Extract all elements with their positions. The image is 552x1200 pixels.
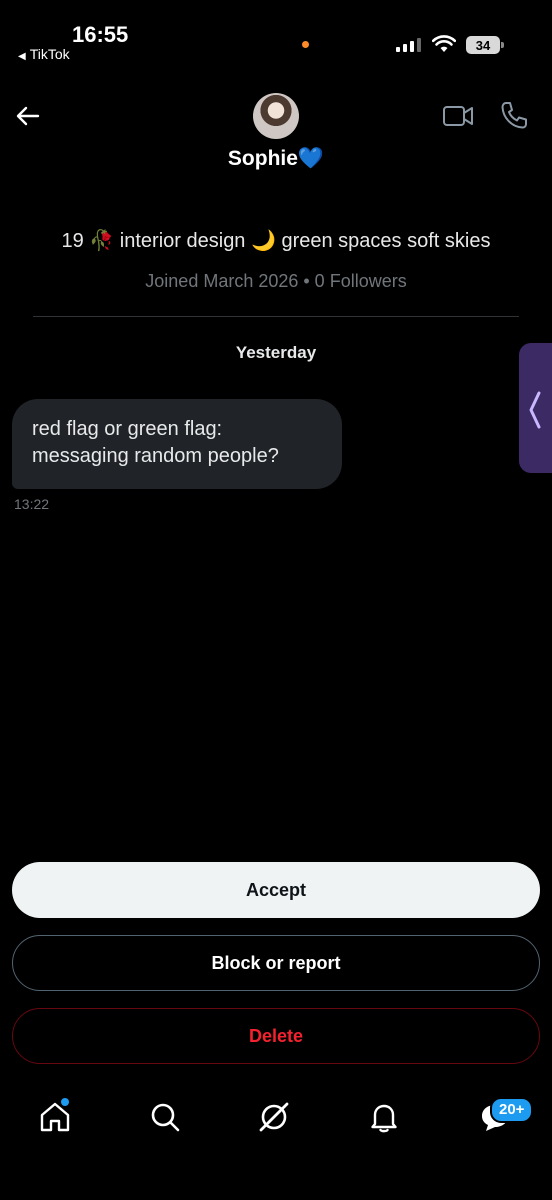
- back-triangle-icon: ◀: [18, 51, 26, 62]
- back-to-app-link[interactable]: ◀ TikTok: [18, 46, 70, 62]
- privacy-indicator-dot: [302, 41, 309, 48]
- chevron-left-icon: [529, 391, 541, 429]
- battery-tip: [501, 42, 504, 48]
- phone-call-icon[interactable]: [500, 100, 528, 130]
- block-or-report-button[interactable]: Block or report: [12, 935, 540, 991]
- notifications-bell-icon[interactable]: [367, 1100, 401, 1134]
- divider: [33, 316, 519, 317]
- wifi-icon: [432, 35, 456, 52]
- profile-bio: 19 🥀 interior design 🌙 green spaces soft…: [61, 230, 491, 252]
- profile-joined: Joined March 2026 • 0 Followers: [145, 271, 407, 291]
- day-separator: Yesterday: [235, 343, 317, 362]
- battery-icon: 34: [466, 36, 500, 54]
- back-app-label: TikTok: [29, 46, 70, 62]
- message-timestamp: 13:22: [14, 496, 50, 512]
- status-time: 16:55: [72, 22, 129, 47]
- avatar[interactable]: [253, 93, 299, 139]
- grok-icon[interactable]: [257, 1100, 291, 1134]
- search-icon[interactable]: [148, 1100, 182, 1134]
- home-notification-dot: [61, 1098, 69, 1106]
- delete-button[interactable]: Delete: [12, 1008, 540, 1064]
- messages-count-badge: 20+: [490, 1097, 534, 1123]
- accept-button[interactable]: Accept: [12, 862, 540, 918]
- video-call-icon[interactable]: [442, 103, 474, 129]
- profile-name[interactable]: Sophie💙: [0, 147, 552, 171]
- message-bubble[interactable]: red flag or green flag: messaging random…: [12, 399, 342, 489]
- back-arrow-icon[interactable]: [14, 102, 42, 130]
- cellular-signal-icon: [396, 38, 421, 52]
